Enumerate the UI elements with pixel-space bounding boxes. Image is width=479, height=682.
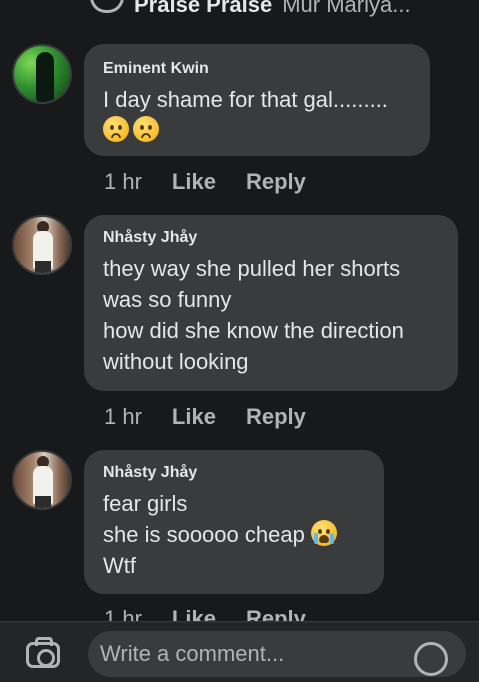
reply-button[interactable]: Reply bbox=[246, 169, 306, 195]
emoji-picker-icon[interactable] bbox=[414, 642, 448, 676]
comment-actions: 1 hr Like Reply bbox=[104, 404, 306, 430]
previous-comment-fragment: Praise Praise Mur Mariya... bbox=[90, 0, 411, 22]
comment-text-line: how did she know the direction bbox=[103, 318, 404, 343]
comment-actions: 1 hr Like Reply bbox=[104, 169, 306, 195]
comment-text: she is sooooo cheap bbox=[103, 522, 305, 547]
avatar[interactable] bbox=[12, 44, 72, 104]
previous-comment-author: Praise Praise bbox=[134, 0, 273, 17]
comment-author[interactable]: Nhåsty Jhåy bbox=[103, 464, 364, 482]
comment-bubble[interactable]: Eminent Kwin I day shame for that gal...… bbox=[84, 44, 430, 156]
comment-time: 1 hr bbox=[104, 169, 142, 194]
like-button[interactable]: Like bbox=[172, 404, 216, 430]
comment-text-line-with-emoji: she is sooooo cheap bbox=[103, 519, 364, 550]
comment-text-line: without looking bbox=[103, 349, 249, 374]
comment-bubble[interactable]: Nhåsty Jhåy fear girls she is sooooo che… bbox=[84, 450, 384, 594]
reaction-icon bbox=[90, 0, 124, 13]
previous-comment-text: Mur Mariya... bbox=[282, 0, 411, 17]
comment-text-line: was so funny bbox=[103, 287, 232, 312]
comment-text-line: fear girls bbox=[103, 491, 188, 516]
comment-text-line: they way she pulled her shorts bbox=[103, 256, 401, 281]
frowning-face-emoji-icon bbox=[133, 116, 159, 142]
loudly-crying-face-emoji-icon bbox=[310, 520, 337, 546]
comment-bubble[interactable]: Nhåsty Jhåy they way she pulled her shor… bbox=[84, 215, 458, 391]
comment-input[interactable] bbox=[88, 631, 466, 677]
comment-text-line: Wtf bbox=[103, 553, 136, 578]
comment-emoji-line bbox=[103, 115, 410, 146]
reply-button[interactable]: Reply bbox=[246, 404, 306, 430]
comment-author[interactable]: Eminent Kwin bbox=[103, 60, 410, 78]
comment-text-line: I day shame for that gal......... bbox=[103, 87, 388, 112]
comment-author[interactable]: Nhåsty Jhåy bbox=[103, 229, 438, 247]
like-button[interactable]: Like bbox=[172, 169, 216, 195]
camera-icon[interactable] bbox=[26, 637, 60, 668]
avatar[interactable] bbox=[12, 450, 72, 510]
avatar[interactable] bbox=[12, 215, 72, 275]
comment-time: 1 hr bbox=[104, 404, 142, 429]
frowning-face-emoji-icon bbox=[103, 116, 129, 142]
comment-composer bbox=[0, 621, 479, 682]
